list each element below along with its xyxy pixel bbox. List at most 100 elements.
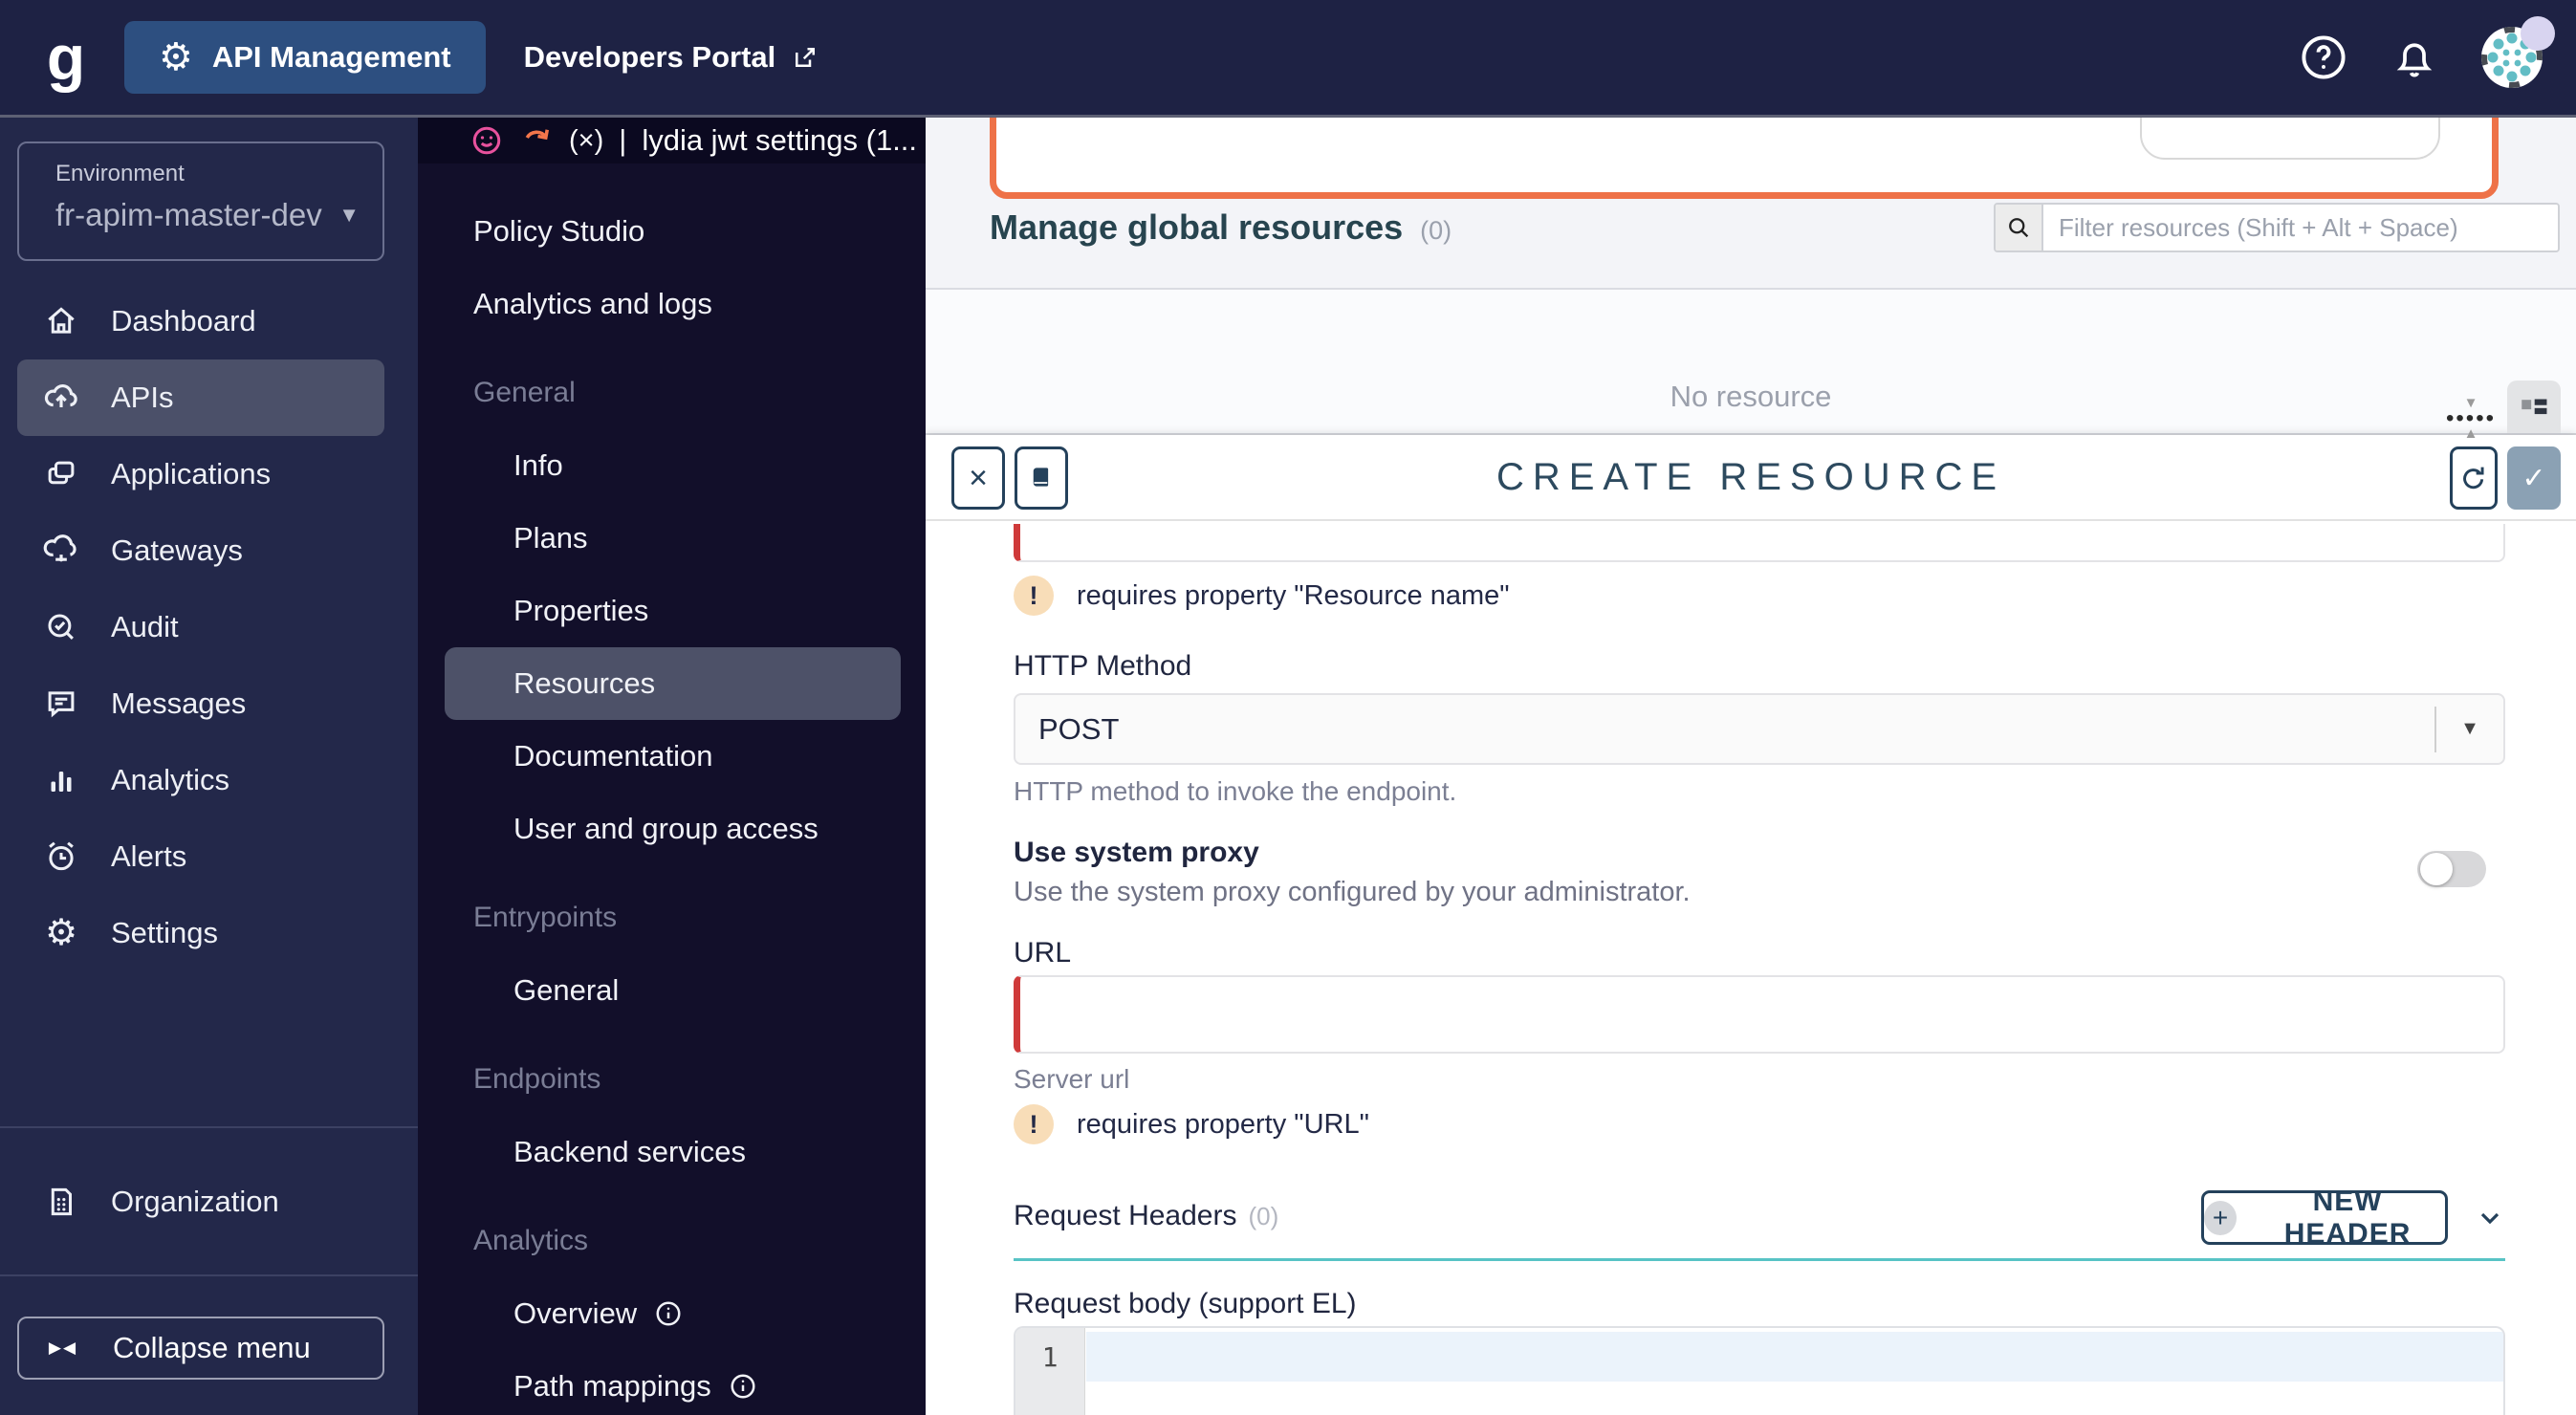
title-separator: | <box>619 123 627 157</box>
sidebar-item-settings[interactable]: ⚙ Settings <box>17 895 384 971</box>
url-warning: ! requires property "URL" <box>1014 1104 1369 1144</box>
bar-chart-icon <box>40 763 82 797</box>
environment-value: fr-apim-master-dev <box>55 197 322 232</box>
api-menu-item-resources[interactable]: Resources <box>445 647 901 720</box>
api-menu-item-label: Resources <box>513 666 656 700</box>
api-menu-item-plans[interactable]: Plans <box>445 502 901 575</box>
sidebar-organization-row: Organization <box>17 1164 384 1240</box>
url-input[interactable] <box>1014 975 2505 1054</box>
sidebar-item-organization[interactable]: Organization <box>17 1164 384 1240</box>
http-method-label: HTTP Method <box>1014 650 1192 682</box>
banner-action-button[interactable] <box>2140 118 2440 160</box>
url-label: URL <box>1014 937 1072 969</box>
toggle-panel-button[interactable] <box>2507 381 2561 433</box>
sidebar-item-audit[interactable]: Audit <box>17 589 384 665</box>
sidebar-item-applications[interactable]: Applications <box>17 436 384 512</box>
message-icon <box>40 686 82 722</box>
help-button[interactable] <box>2299 33 2348 82</box>
sidebar-item-messages[interactable]: Messages <box>17 665 384 742</box>
request-headers-label: Request Headers (0) <box>1014 1200 1278 1232</box>
api-menu-item-info[interactable]: Info <box>445 429 901 502</box>
create-resource-panel: × CREATE RESOURCE ✓ ! requires property … <box>926 435 2576 1415</box>
api-menu-item-backend-services[interactable]: Backend services <box>445 1116 901 1188</box>
api-menu-item-label: Documentation <box>513 739 713 773</box>
api-title-row: (×) | lydia jwt settings (1... <box>418 118 926 163</box>
search-icon <box>1996 205 2043 250</box>
http-method-select[interactable]: POST ▼ <box>1014 693 2505 765</box>
proxy-label: Use system proxy <box>1014 837 1259 868</box>
api-menu-item-label: Properties <box>513 594 649 627</box>
gear-icon: ⚙ <box>44 913 78 953</box>
resource-count: (0) <box>1420 216 1452 245</box>
url-hint: Server url <box>1014 1064 1130 1094</box>
api-title: lydia jwt settings (1... <box>642 123 918 157</box>
sidebar-item-gateways[interactable]: Gateways <box>17 512 384 589</box>
api-management-label: API Management <box>211 40 451 74</box>
new-header-button[interactable]: + NEW HEADER <box>2201 1186 2448 1250</box>
gateway-cloud-icon <box>40 532 82 570</box>
sidebar-item-label: Analytics <box>111 763 230 796</box>
api-menu-item-label: Info <box>513 448 563 482</box>
request-body-editor[interactable]: 1 <box>1014 1326 2505 1415</box>
api-menu-item-policy-studio[interactable]: Policy Studio <box>445 195 901 268</box>
environment-select[interactable]: Environment fr-apim-master-dev ▼ <box>17 142 384 261</box>
sidebar-item-label: Organization <box>111 1185 279 1218</box>
sidebar-nav: Dashboard APIs Applications Gateways Aud… <box>17 283 384 971</box>
api-menu-item-overview[interactable]: Overview <box>445 1277 901 1350</box>
alarm-clock-icon <box>40 838 82 875</box>
dialog-title: CREATE RESOURCE <box>1495 456 2006 498</box>
proxy-description: Use the system proxy configured by your … <box>1014 877 1691 907</box>
notifications-button[interactable] <box>2390 33 2438 81</box>
chevron-down-icon <box>2480 1212 2500 1225</box>
undo-arrow-icon <box>519 123 554 158</box>
developers-portal-link[interactable]: Developers Portal <box>524 40 820 75</box>
api-menu-section-general: General <box>473 377 576 408</box>
sidebar-item-dashboard[interactable]: Dashboard <box>17 283 384 359</box>
bell-icon <box>2396 43 2433 77</box>
organization-icon <box>40 1184 82 1220</box>
sidebar-item-label: Dashboard <box>111 304 256 337</box>
resource-name-warning: ! requires property "Resource name" <box>1014 576 1510 616</box>
system-proxy-toggle[interactable] <box>2417 851 2486 887</box>
info-icon <box>729 1372 757 1401</box>
request-body-label: Request body (support EL) <box>1014 1288 1357 1319</box>
plus-icon: + <box>2204 1200 2238 1235</box>
api-menu-item-analytics-and-logs[interactable]: Analytics and logs <box>445 268 901 340</box>
user-avatar[interactable] <box>2480 16 2555 89</box>
api-menu-section-analytics: Analytics <box>473 1225 589 1256</box>
new-header-label: NEW HEADER <box>2283 1185 2412 1250</box>
api-menu-item-label: Plans <box>513 521 588 555</box>
collapse-menu-button[interactable]: ▶◀ Collapse menu <box>17 1317 384 1380</box>
api-menu-item-properties[interactable]: Properties <box>445 575 901 647</box>
resource-name-input[interactable] <box>1014 524 2505 562</box>
panel-resize-handle[interactable]: ▼ ••••• ▲ <box>2444 396 2498 441</box>
sidebar-item-analytics[interactable]: Analytics <box>17 742 384 818</box>
app-root: g ⚙ API Management Developers Portal Env… <box>0 0 2576 1415</box>
api-management-switch[interactable]: ⚙ API Management <box>124 21 486 94</box>
resources-empty-panel: No resource <box>926 290 2576 435</box>
sidebar-item-apis[interactable]: APIs <box>17 359 384 436</box>
request-headers-count: (0) <box>1248 1202 1279 1230</box>
confirm-button[interactable]: ✓ <box>2507 446 2561 510</box>
sidebar-item-alerts[interactable]: Alerts <box>17 818 384 895</box>
request-headers-row: Request Headers (0) + NEW HEADER <box>1014 1186 2505 1250</box>
collapse-section-chevron[interactable] <box>2475 1203 2505 1233</box>
http-method-value: POST <box>1038 711 1120 746</box>
api-menu-item-path-mappings[interactable]: Path mappings <box>445 1350 901 1415</box>
filter-field <box>1994 203 2560 252</box>
api-emoji-icon <box>469 123 504 158</box>
filter-resources-input[interactable] <box>2043 205 2558 250</box>
sidebar-divider <box>0 1126 418 1128</box>
api-menu-item-documentation[interactable]: Documentation <box>445 720 901 793</box>
top-bar: g ⚙ API Management Developers Portal <box>0 0 2576 118</box>
api-menu-item-label: User and group access <box>513 812 819 845</box>
sidebar-item-label: APIs <box>111 381 174 414</box>
reset-button[interactable] <box>2450 446 2498 510</box>
page-header: Manage global resources (0) <box>990 207 1452 248</box>
api-menu-item-entrypoints-general[interactable]: General <box>445 954 901 1027</box>
warning-icon: ! <box>1014 576 1054 616</box>
main-content: Manage global resources (0) No resource … <box>926 118 2576 1415</box>
api-menu-item-user-and-group-access[interactable]: User and group access <box>445 793 901 865</box>
sidebar-item-label: Gateways <box>111 533 243 567</box>
collapse-menu-label: Collapse menu <box>113 1331 311 1364</box>
